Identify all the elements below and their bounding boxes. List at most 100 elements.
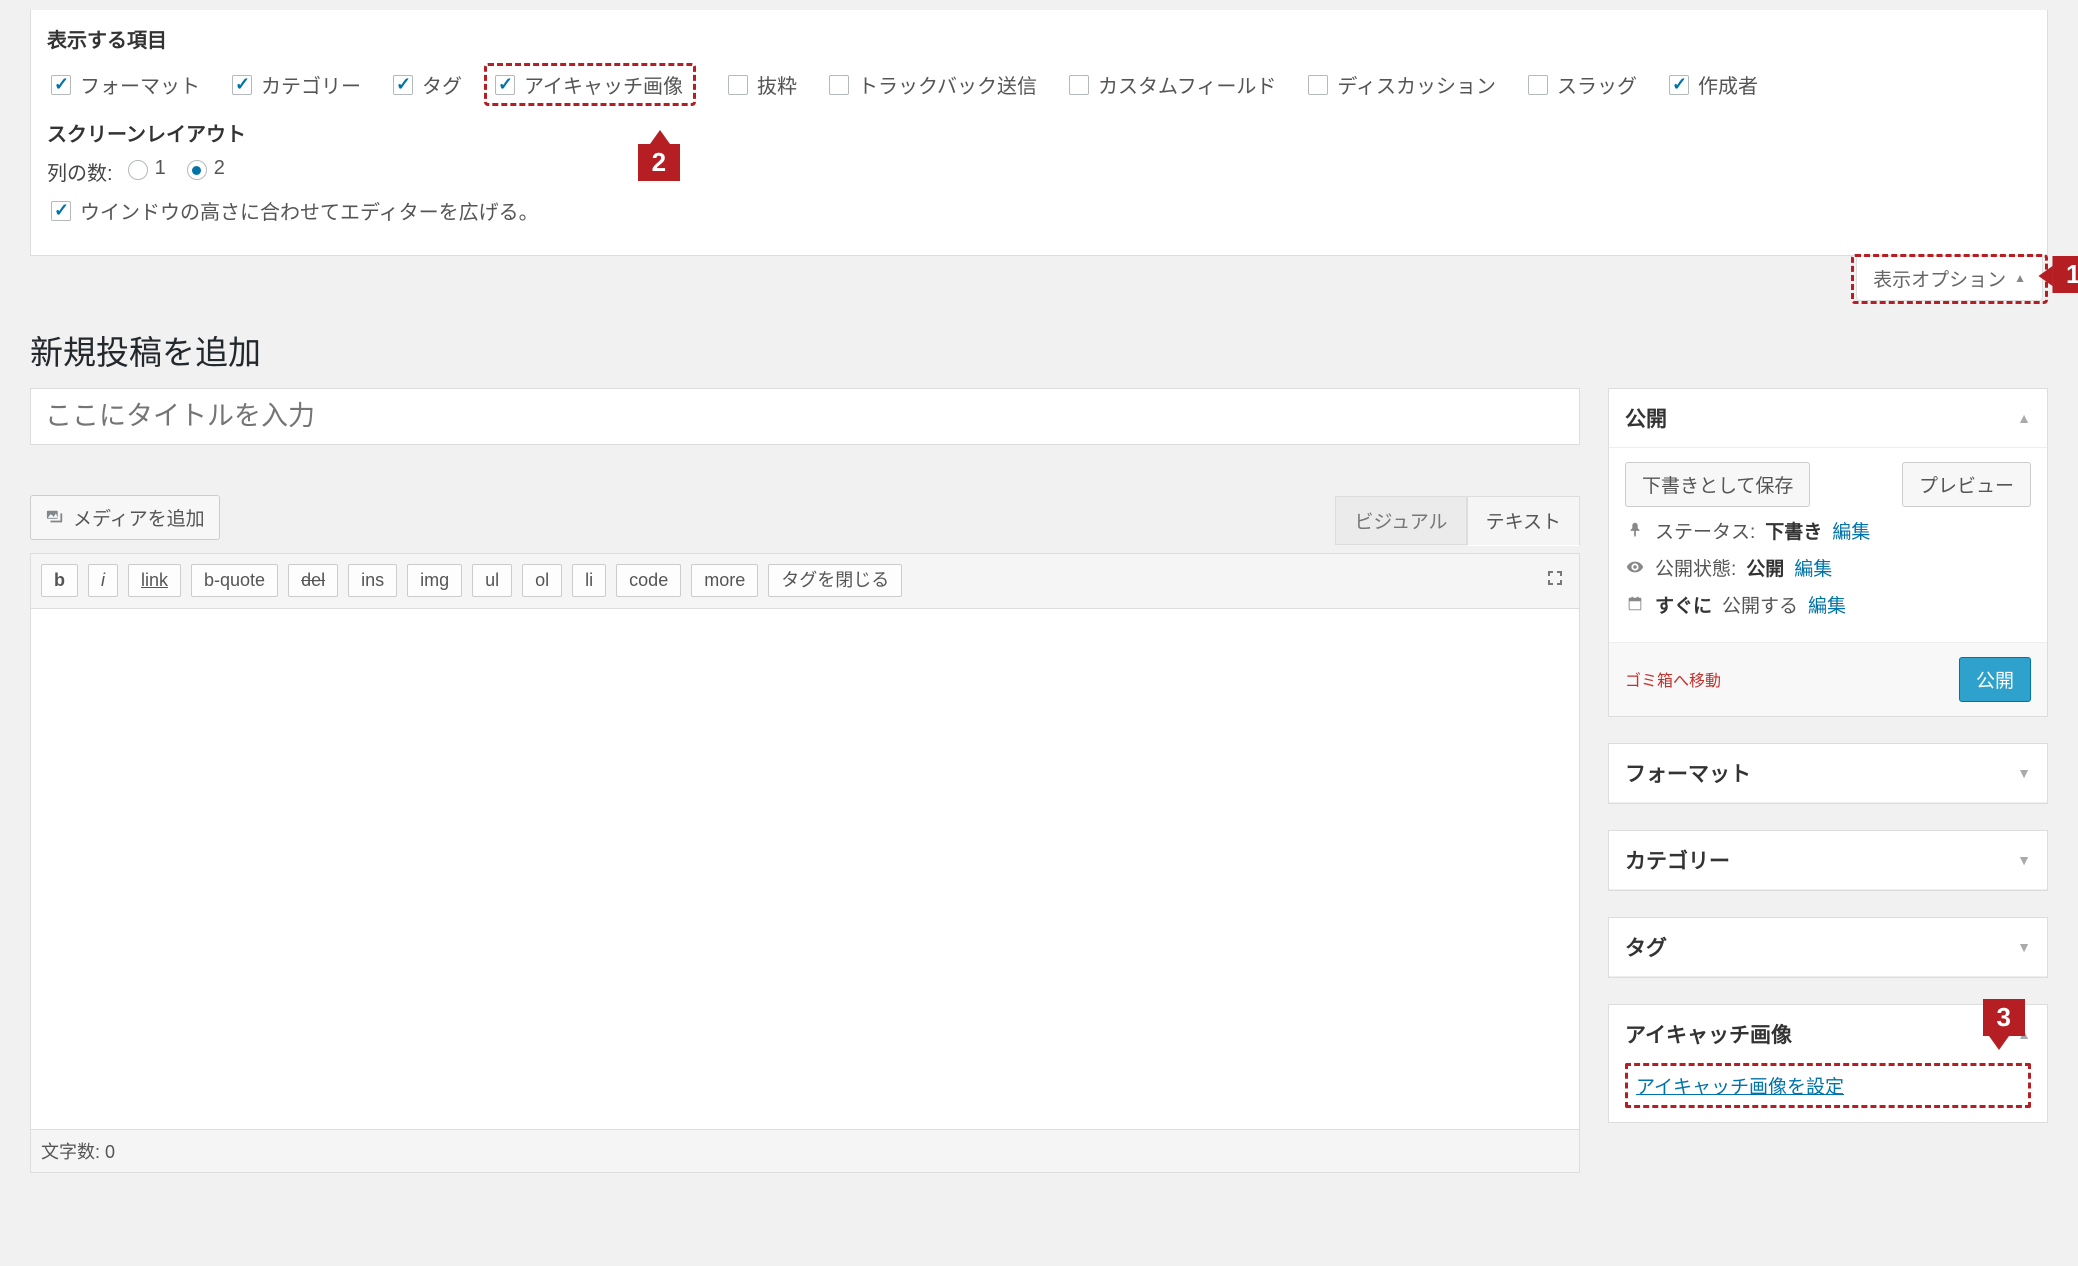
status-label: ステータス: — [1655, 517, 1755, 544]
featured-image-highlight: アイキャッチ画像を設定 — [1625, 1063, 2031, 1108]
media-icon — [45, 507, 65, 527]
expand-editor-checkbox-label[interactable]: ウインドウの高さに合わせてエディターを広げる。 — [47, 196, 539, 225]
quicktag-ins[interactable]: ins — [348, 564, 397, 598]
chevron-down-icon: ▼ — [2017, 939, 2031, 955]
category-box: カテゴリー ▼ — [1608, 830, 2048, 891]
display-option-custom_fields-label: カスタムフィールド — [1098, 70, 1276, 99]
screen-options-toggle[interactable]: 表示オプション ▲ — [1856, 257, 2043, 301]
chevron-down-icon: ▼ — [2017, 765, 2031, 781]
save-draft-button[interactable]: 下書きとして保存 — [1625, 462, 1810, 507]
columns-label: 列の数: — [47, 157, 113, 186]
columns-option-1[interactable]: 1 — [123, 157, 166, 180]
quicktag-code[interactable]: code — [616, 564, 681, 598]
schedule-suffix: 公開する — [1722, 591, 1798, 618]
display-option-category[interactable]: カテゴリー — [228, 70, 361, 99]
display-option-excerpt[interactable]: 抜粋 — [724, 70, 797, 99]
display-option-author-checkbox[interactable] — [1669, 75, 1689, 95]
editor-tab-visual[interactable]: ビジュアル — [1335, 496, 1466, 545]
edit-schedule-link[interactable]: 編集 — [1808, 591, 1846, 618]
fullscreen-icon[interactable] — [1541, 564, 1569, 598]
move-to-trash-link[interactable]: ゴミ箱へ移動 — [1625, 667, 1721, 691]
display-option-format-checkbox[interactable] — [51, 75, 71, 95]
schedule-prefix: すぐに — [1655, 591, 1712, 618]
display-option-format[interactable]: フォーマット — [47, 70, 200, 99]
quicktag-ol[interactable]: ol — [522, 564, 562, 598]
display-option-excerpt-checkbox[interactable] — [728, 75, 748, 95]
display-option-slug-label: スラッグ — [1557, 70, 1637, 99]
tag-box-header[interactable]: タグ ▼ — [1609, 918, 2047, 977]
columns-radio-2[interactable] — [187, 160, 207, 180]
quicktag-li[interactable]: li — [572, 564, 606, 598]
expand-editor-label: ウインドウの高さに合わせてエディターを広げる。 — [80, 196, 539, 225]
display-option-slug[interactable]: スラッグ — [1524, 70, 1637, 99]
editor-textarea[interactable] — [31, 609, 1579, 1129]
columns-option-2[interactable]: 2 — [182, 157, 225, 180]
expand-editor-row: ウインドウの高さに合わせてエディターを広げる。 — [47, 196, 2031, 227]
pin-icon — [1625, 520, 1645, 540]
chevron-up-icon: ▲ — [2014, 271, 2026, 285]
display-option-tag[interactable]: タグ — [389, 70, 462, 99]
callout-1: 1 — [2052, 256, 2078, 293]
callout-2: 2 — [638, 144, 680, 181]
quicktag-b[interactable]: b — [41, 564, 78, 598]
post-title-input[interactable] — [30, 388, 1580, 445]
display-option-trackbacks-checkbox[interactable] — [829, 75, 849, 95]
editor: bilink b-quote delinsimgulollicode more タグを閉… — [30, 553, 1580, 1173]
editor-tab-text[interactable]: テキスト — [1467, 496, 1580, 546]
add-media-label: メディアを追加 — [73, 504, 205, 531]
display-option-category-label: カテゴリー — [261, 70, 361, 99]
publish-box-title: 公開 — [1625, 403, 1667, 433]
quicktags-toolbar: bilink b-quote delinsimgulollicode more タグを閉… — [31, 554, 1579, 609]
display-option-excerpt-label: 抜粋 — [757, 70, 797, 99]
display-option-format-label: フォーマット — [80, 70, 200, 99]
quicktag-i[interactable]: i — [88, 564, 118, 598]
word-count-label: 文字数: — [41, 1142, 100, 1162]
display-option-custom_fields-checkbox[interactable] — [1069, 75, 1089, 95]
columns-radio-label-2: 2 — [214, 157, 225, 180]
screen-options-panel: 表示する項目 フォーマットカテゴリータグアイキャッチ画像抜粋トラックバック送信カ… — [30, 10, 2048, 256]
category-box-header[interactable]: カテゴリー ▼ — [1609, 831, 2047, 890]
display-option-tag-checkbox[interactable] — [393, 75, 413, 95]
display-option-discussion-label: ディスカッション — [1337, 70, 1496, 99]
screen-options-layout-heading: スクリーンレイアウト — [47, 118, 2031, 147]
display-items-group: フォーマット カテゴリータグアイキャッチ画像 抜粋トラックバック送信 カスタムフィール… — [47, 63, 2031, 106]
word-count-value: 0 — [105, 1142, 115, 1162]
quicktag-del[interactable]: del — [288, 564, 338, 598]
visibility-value: 公開 — [1746, 554, 1784, 581]
callout-3: 3 — [1983, 999, 2025, 1036]
publish-button[interactable]: 公開 — [1959, 657, 2031, 702]
display-option-discussion[interactable]: ディスカッション — [1304, 70, 1496, 99]
chevron-up-icon: ▲ — [2017, 410, 2031, 426]
display-option-discussion-checkbox[interactable] — [1308, 75, 1328, 95]
edit-status-link[interactable]: 編集 — [1832, 517, 1870, 544]
featured-image-box-header[interactable]: アイキャッチ画像 ▲ — [1609, 1005, 2047, 1063]
publish-box-header[interactable]: 公開 ▲ — [1609, 389, 2047, 448]
display-option-featured_image-checkbox[interactable] — [495, 75, 515, 95]
quicktag-more[interactable]: more — [691, 564, 758, 598]
publish-box: 公開 ▲ 下書きとして保存 プレビュー ステータス: 下書き 編集 — [1608, 388, 2048, 717]
display-option-author[interactable]: 作成者 — [1665, 70, 1758, 99]
add-media-button[interactable]: メディアを追加 — [30, 495, 220, 540]
quicktag-link[interactable]: link — [128, 564, 181, 598]
display-option-custom_fields[interactable]: カスタムフィールド — [1065, 70, 1276, 99]
quicktag-タグを閉じる[interactable]: タグを閉じる — [768, 564, 902, 598]
display-option-slug-checkbox[interactable] — [1528, 75, 1548, 95]
display-option-featured_image[interactable]: アイキャッチ画像 — [484, 63, 696, 106]
quicktag-ul[interactable]: ul — [472, 564, 512, 598]
chevron-down-icon: ▼ — [2017, 852, 2031, 868]
set-featured-image-link[interactable]: アイキャッチ画像を設定 — [1636, 1077, 1844, 1098]
display-option-category-checkbox[interactable] — [232, 75, 252, 95]
edit-visibility-link[interactable]: 編集 — [1794, 554, 1832, 581]
format-box-title: フォーマット — [1625, 758, 1751, 788]
display-option-trackbacks[interactable]: トラックバック送信 — [825, 70, 1037, 99]
visibility-label: 公開状態: — [1655, 554, 1736, 581]
format-box-header[interactable]: フォーマット ▼ — [1609, 744, 2047, 803]
screen-meta-toggle-row: 表示オプション ▲ 1 — [30, 254, 2048, 304]
category-box-title: カテゴリー — [1625, 845, 1730, 875]
quicktag-b-quote[interactable]: b-quote — [191, 564, 278, 598]
preview-button[interactable]: プレビュー — [1902, 462, 2031, 507]
columns-row: 列の数: 1 2 — [47, 157, 2031, 186]
columns-radio-1[interactable] — [128, 160, 148, 180]
expand-editor-checkbox[interactable] — [51, 201, 71, 221]
quicktag-img[interactable]: img — [407, 564, 462, 598]
